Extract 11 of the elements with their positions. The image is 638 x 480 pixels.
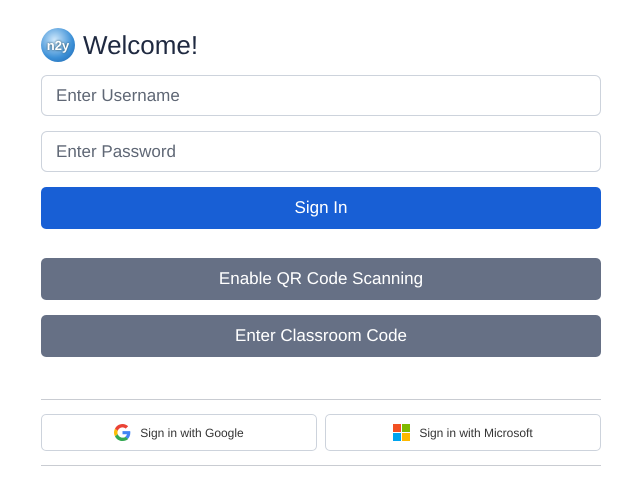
- windows-logo-icon: [393, 424, 410, 441]
- google-icon: [114, 424, 132, 441]
- welcome-title: Welcome!: [83, 30, 198, 60]
- logo-icon: n2y: [41, 28, 75, 62]
- social-sign-in-button[interactable]: Sign in with Microsoft: [325, 414, 601, 451]
- sign-in-button[interactable]: Sign In: [41, 187, 601, 229]
- input-field[interactable]: Enter Password: [41, 131, 601, 172]
- input-field[interactable]: Enter Username: [41, 75, 601, 116]
- action-button[interactable]: Enable QR Code Scanning: [41, 258, 601, 300]
- action-button[interactable]: Enter Classroom Code: [41, 315, 601, 357]
- social-sign-in-button[interactable]: Sign in with Google: [41, 414, 317, 451]
